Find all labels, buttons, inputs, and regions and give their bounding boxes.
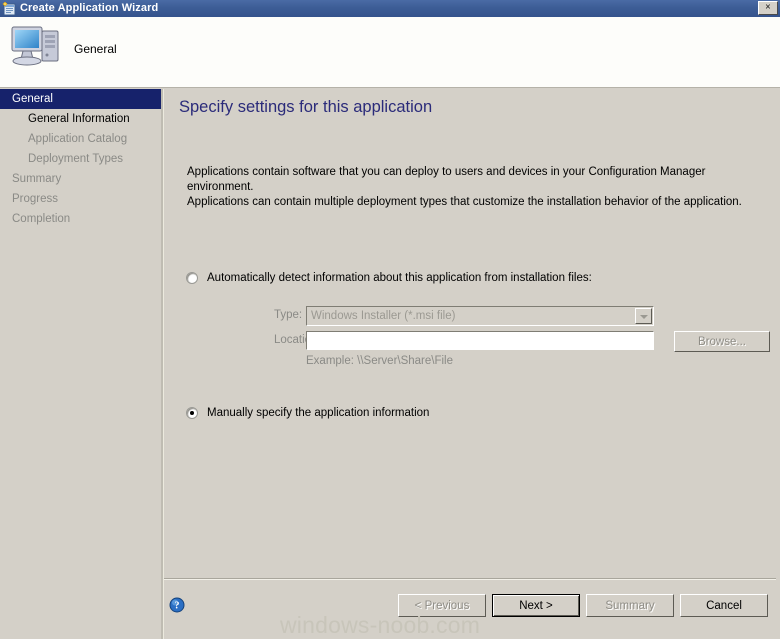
intro-line-2: Applications can contain multiple deploy… [187,196,742,208]
location-field-row: Location: Browse... [186,331,770,352]
radio-automatic-indicator[interactable] [186,272,198,284]
sidebar-item-application-catalog[interactable]: Application Catalog [0,129,161,149]
type-dropdown[interactable]: Windows Installer (*.msi file) [306,306,654,326]
next-button[interactable]: Next > [492,594,580,617]
svg-text:?: ? [175,601,180,612]
radio-automatic-label[interactable]: Automatically detect information about t… [207,272,592,284]
intro-line-1: Applications contain software that you c… [187,166,706,193]
help-icon[interactable]: ? [169,597,185,613]
title-bar: Create Application Wizard × [0,0,780,17]
radio-option-manual[interactable]: Manually specify the application informa… [186,407,429,419]
sidebar-item-completion[interactable]: Completion [0,209,161,229]
chevron-down-glyph [640,315,648,319]
browse-button[interactable]: Browse... [674,331,770,352]
close-button[interactable]: × [758,1,778,15]
page-title: Specify settings for this application [179,98,433,116]
sidebar-item-deployment-types[interactable]: Deployment Types [0,149,161,169]
computer-icon [10,23,62,69]
radio-option-automatic[interactable]: Automatically detect information about t… [186,272,592,284]
type-dropdown-value: Windows Installer (*.msi file) [311,310,456,322]
create-application-wizard-window: Create Application Wizard × General Gene… [0,0,780,639]
location-input[interactable] [307,333,653,351]
header-title: General [74,42,117,56]
site-watermark: windows-noob.com [280,612,481,638]
wizard-main-panel: Specify settings for this application Ap… [164,89,780,639]
sidebar-item-progress[interactable]: Progress [0,189,161,209]
chevron-down-icon[interactable] [635,308,652,324]
intro-text: Applications contain software that you c… [187,165,757,210]
wizard-app-icon [2,1,16,16]
summary-button[interactable]: Summary [586,594,674,617]
sidebar-item-summary[interactable]: Summary [0,169,161,189]
radio-manual-indicator[interactable] [186,407,198,419]
sidebar-nav-list: General General Information Application … [0,89,161,229]
sidebar-item-general-information[interactable]: General Information [0,109,161,129]
radio-manual-label[interactable]: Manually specify the application informa… [207,407,429,419]
type-field-row: Type: Windows Installer (*.msi file) [186,306,766,326]
cancel-button[interactable]: Cancel [680,594,768,617]
close-icon: × [765,2,771,13]
window-title: Create Application Wizard [20,2,159,14]
location-example-text: Example: \\Server\Share\File [306,355,454,367]
type-field-label: Type: [274,309,303,321]
wizard-sidebar: General General Information Application … [0,89,161,639]
footer-separator [164,578,776,580]
location-input-wrapper[interactable] [306,331,654,351]
sidebar-item-general[interactable]: General [0,89,161,109]
wizard-header: General [0,17,780,88]
